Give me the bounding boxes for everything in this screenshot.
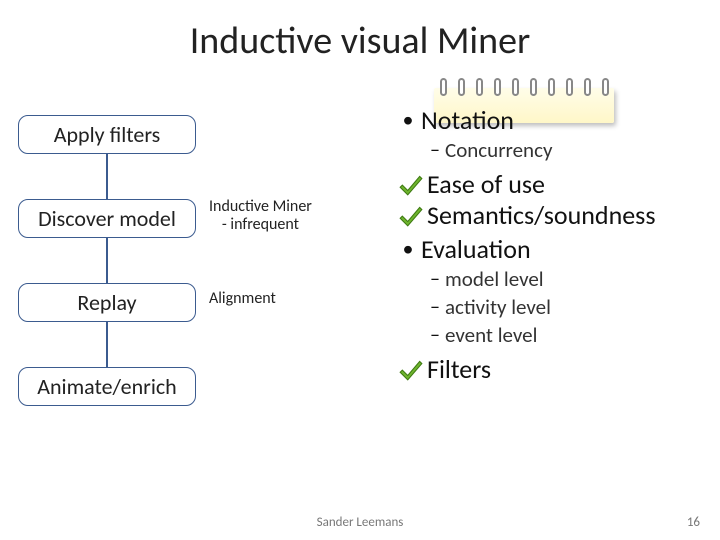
- bullet-filters: Filters: [395, 354, 711, 384]
- flow-step-animate-enrich: Animate/enrich: [18, 367, 196, 406]
- flow-step-discover-model: Discover model Inductive Miner - infrequ…: [18, 199, 196, 238]
- flow-step-label: Apply filters: [54, 121, 161, 148]
- bullet-label: Filters: [427, 354, 491, 384]
- flow-diagram: Apply filters Discover model Inductive M…: [18, 115, 388, 406]
- dash-icon: –: [425, 266, 445, 292]
- sub-bullet: – model level: [395, 266, 711, 292]
- flow-step-label: Replay: [77, 289, 136, 316]
- flow-step-label: Discover model: [38, 205, 176, 232]
- flow-annotation: Inductive Miner - infrequent: [209, 198, 312, 235]
- sub-bullet-label: event level: [445, 322, 711, 348]
- sub-bullet-label: model level: [445, 266, 711, 292]
- sub-bullet-label: Concurrency: [445, 137, 711, 163]
- slide-title: Inductive visual Miner: [0, 0, 720, 64]
- bullet-label: Evaluation: [421, 234, 711, 264]
- flow-step-label: Animate/enrich: [37, 373, 177, 400]
- bullet-dot-icon: •: [395, 105, 421, 135]
- sub-bullet: – activity level: [395, 294, 711, 320]
- flow-step-apply-filters: Apply filters: [18, 115, 196, 154]
- bullet-ease-of-use: Ease of use: [395, 169, 711, 199]
- flow-step-replay: Replay Alignment: [18, 283, 196, 322]
- sub-bullet: – Concurrency: [395, 137, 711, 163]
- dash-icon: –: [425, 322, 445, 348]
- sub-bullet-label: activity level: [445, 294, 711, 320]
- bullet-semantics: Semantics/soundness: [395, 200, 711, 230]
- footer-author: Sander Leemans: [0, 515, 720, 530]
- flow-connector: [106, 322, 108, 367]
- bullet-label: Ease of use: [427, 169, 545, 199]
- bullet-label: Semantics/soundness: [427, 200, 656, 230]
- bullet-label: Notation: [421, 105, 711, 135]
- check-icon: [395, 355, 427, 383]
- bullet-list: • Notation – Concurrency Ease of use Sem…: [395, 105, 711, 385]
- check-icon: [395, 170, 427, 198]
- bullet-evaluation: • Evaluation: [395, 234, 711, 264]
- bullet-dot-icon: •: [395, 234, 421, 264]
- flow-connector: [106, 238, 108, 283]
- sub-bullet: – event level: [395, 322, 711, 348]
- bullet-notation: • Notation: [395, 105, 711, 135]
- check-icon: [395, 201, 427, 229]
- dash-icon: –: [425, 294, 445, 320]
- flow-connector: [106, 154, 108, 199]
- footer-page-number: 16: [687, 515, 700, 530]
- dash-icon: –: [425, 137, 445, 163]
- flow-annotation: Alignment: [209, 290, 276, 308]
